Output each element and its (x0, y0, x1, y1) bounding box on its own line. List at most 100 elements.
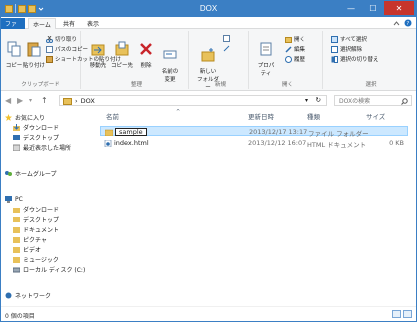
nav-pc-videos[interactable]: ビデオ (13, 245, 41, 254)
nav-pc-videos-label: ビデオ (23, 247, 42, 254)
open-group-label: 開く (281, 82, 293, 88)
sort-arrow-icon: ^ (176, 109, 181, 115)
breadcrumb[interactable]: DOX (81, 97, 95, 105)
nav-homegroup-label: ホームグループ (15, 171, 57, 178)
nav-favorites-label: お気に入り (15, 115, 46, 122)
column-header-size[interactable]: サイズ (366, 111, 385, 121)
open-button[interactable]: 開く (285, 35, 305, 43)
chevron-up-icon[interactable] (393, 20, 400, 27)
tab-home[interactable]: ホーム (28, 18, 56, 29)
copy-path-button[interactable]: パスのコピー (46, 45, 88, 53)
nav-pc-local-disk[interactable]: ローカル ディスク (C:) (13, 265, 85, 274)
path-box[interactable]: › DOX ▾ ↻ (59, 95, 327, 106)
column-header-type[interactable]: 種類 (307, 111, 320, 121)
rename-icon (163, 50, 177, 59)
table-row[interactable]: sample 2013/12/17 13:17 ファイル フォルダー (100, 126, 408, 138)
delete-icon (140, 43, 152, 55)
ribbon-tabs: ファイル ホーム 共有 表示 ? (1, 17, 416, 37)
large-icons-view-button[interactable] (403, 310, 412, 318)
back-button[interactable]: ◀ (5, 96, 11, 105)
easy-access-button[interactable] (223, 45, 230, 52)
path-dropdown-icon[interactable]: ▾ (305, 97, 308, 104)
invert-selection-label: 選択の切り替え (340, 57, 379, 63)
clipboard-group-label: クリップボード (21, 82, 60, 88)
invert-selection-button[interactable]: 選択の切り替え (331, 55, 379, 63)
pc-icon (5, 196, 12, 203)
copy-to-button[interactable]: コピー先 (111, 41, 133, 69)
nav-pc-documents[interactable]: ドキュメント (13, 225, 59, 234)
ribbon: コピー 貼り付け 切り取り パスのコピー ショートカットの貼り付け クリップボー… (1, 29, 416, 91)
nav-pc-pictures-label: ピクチャ (23, 237, 47, 244)
svg-text:?: ? (407, 21, 410, 27)
delete-button[interactable]: 削除 (135, 41, 157, 69)
history-button[interactable]: 履歴 (285, 55, 305, 63)
nav-fav-recent[interactable]: 最近表示した場所 (13, 143, 71, 152)
open-icon (285, 36, 292, 43)
select-none-icon (331, 45, 338, 53)
folder-icon (63, 97, 72, 105)
file-name-cell[interactable]: index.html (104, 139, 149, 147)
nav-pc[interactable]: PC (5, 195, 23, 204)
nav-pc-downloads[interactable]: ダウンロード (13, 205, 59, 214)
nav-pc-documents-label: ドキュメント (23, 227, 60, 234)
cut-button[interactable]: 切り取り (46, 35, 77, 43)
search-input[interactable]: DOXの検索 (334, 95, 412, 106)
maximize-button[interactable]: ☐ (362, 1, 384, 15)
nav-fav-desktop[interactable]: デスクトップ (13, 133, 59, 142)
tab-file[interactable]: ファイル (1, 18, 25, 37)
history-icon (285, 55, 292, 63)
drive-icon (13, 267, 20, 273)
music-icon (13, 257, 20, 263)
nav-fav-desktop-label: デスクトップ (23, 135, 60, 142)
file-name-cell[interactable]: sample (105, 128, 147, 136)
new-item-button[interactable] (223, 35, 230, 42)
paste-icon (27, 42, 41, 57)
network-icon (5, 292, 12, 299)
edit-button[interactable]: 編集 (285, 45, 305, 53)
recent-locations-button[interactable]: ▾ (29, 97, 32, 104)
select-none-label: 選択解除 (340, 47, 363, 53)
navigation-pane: お気に入り ダウンロード デスクトップ 最近表示した場所 ホームグループ PC … (1, 109, 97, 305)
breadcrumb-separator: › (75, 96, 78, 105)
nav-pc-music[interactable]: ミュージック (13, 255, 59, 264)
forward-button[interactable]: ▶ (17, 96, 23, 105)
minimize-button[interactable]: — (340, 1, 362, 15)
copy-button[interactable]: コピー (3, 41, 25, 69)
column-header-name[interactable]: 名前 (106, 111, 119, 121)
star-icon (5, 114, 12, 121)
copy-path-label: パスのコピー (55, 47, 89, 53)
tab-view[interactable]: 表示 (83, 18, 103, 29)
delete-label: 削除 (140, 63, 152, 69)
column-header-date[interactable]: 更新日時 (248, 111, 274, 121)
up-button[interactable]: ↑ (41, 96, 48, 105)
nav-pc-pictures[interactable]: ピクチャ (13, 235, 47, 244)
file-type-cell: ファイル フォルダー (308, 130, 369, 138)
rename-field[interactable]: sample (115, 128, 147, 136)
close-button[interactable]: ✕ (384, 1, 414, 15)
select-all-label: すべて選択 (340, 37, 367, 43)
select-none-button[interactable]: 選択解除 (331, 45, 362, 53)
nav-network[interactable]: ネットワーク (5, 291, 51, 300)
properties-button[interactable]: プロパティ (255, 41, 277, 77)
table-row[interactable]: index.html 2013/12/12 16:07 HTML ドキュメント … (100, 138, 408, 149)
desktop-icon (13, 135, 20, 140)
refresh-icon[interactable]: ↻ (316, 96, 321, 104)
nav-fav-downloads[interactable]: ダウンロード (13, 123, 59, 132)
tab-share[interactable]: 共有 (59, 18, 79, 29)
nav-favorites[interactable]: お気に入り (5, 113, 45, 122)
recent-places-icon (13, 144, 20, 151)
organize-group: 移動先 コピー先 削除 名前の 変更 整理 (85, 31, 189, 89)
open-label: 開く (294, 37, 306, 43)
item-count: 0 個の項目 (5, 313, 35, 320)
open-group: プロパティ 開く 編集 履歴 開く (253, 31, 323, 89)
nav-homegroup[interactable]: ホームグループ (5, 169, 56, 178)
file-date-cell: 2013/12/12 16:07 (248, 139, 307, 147)
move-to-button[interactable]: 移動先 (87, 41, 109, 69)
paste-button[interactable]: 貼り付け (23, 41, 45, 69)
help-icon[interactable]: ? (404, 19, 412, 27)
new-folder-button[interactable]: 新しい フォルダー (197, 41, 219, 97)
details-view-button[interactable] (392, 310, 401, 318)
nav-pc-desktop[interactable]: デスクトップ (13, 215, 59, 224)
select-all-button[interactable]: すべて選択 (331, 35, 367, 43)
paste-shortcut-icon (46, 55, 53, 63)
